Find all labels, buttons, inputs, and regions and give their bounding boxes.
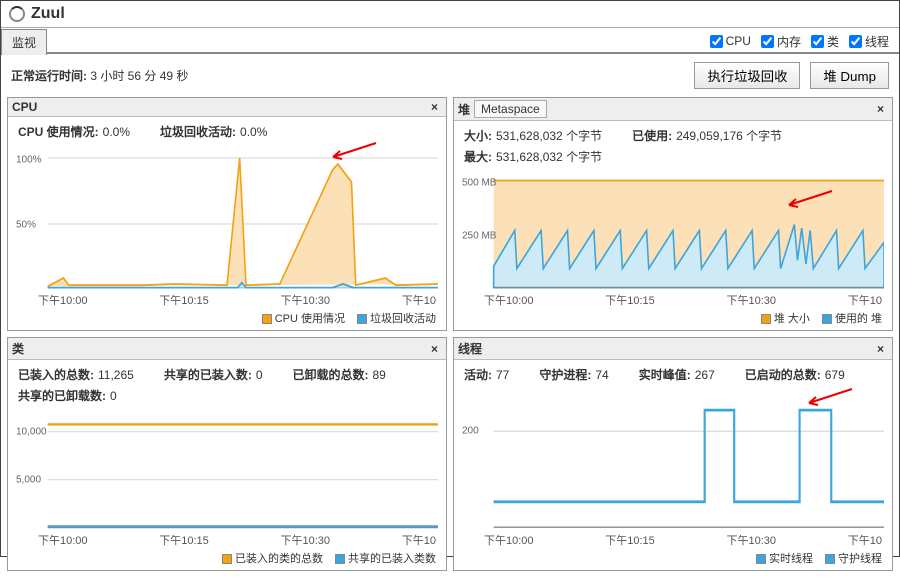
panel-heap: 堆Metaspace× 大小:531,628,032 个字节 已使用:249,0… [453, 97, 893, 331]
checkbox-cpu[interactable] [710, 35, 723, 48]
close-icon[interactable]: × [873, 342, 888, 356]
close-icon[interactable]: × [427, 342, 442, 356]
metric-toggles: CPU 内存 类 线程 [710, 33, 899, 50]
heap-subtab[interactable]: Metaspace [474, 100, 547, 118]
threads-chart: 200 [462, 389, 884, 530]
checkbox-mem[interactable] [761, 35, 774, 48]
panel-cpu: CPU× CPU 使用情况:0.0% 垃圾回收活动:0.0% 100% 50% … [7, 97, 447, 331]
toggle-classes[interactable]: 类 [811, 33, 839, 50]
toggle-mem[interactable]: 内存 [761, 33, 801, 50]
tab-monitor[interactable]: 监视 [1, 29, 47, 55]
cpu-chart: 100% 50% [16, 146, 438, 290]
heap-dump-button[interactable]: 堆 Dump [810, 62, 889, 89]
panels-grid: CPU× CPU 使用情况:0.0% 垃圾回收活动:0.0% 100% 50% … [1, 97, 899, 577]
loading-spinner-icon [9, 6, 25, 22]
panel-title: 线程 [458, 340, 482, 357]
tabbar: 监视 CPU 内存 类 线程 [1, 28, 899, 54]
checkbox-threads[interactable] [849, 35, 862, 48]
panel-title: CPU [12, 100, 37, 114]
gc-button[interactable]: 执行垃圾回收 [694, 62, 800, 89]
panel-classes: 类× 已装入的总数:11,265 共享的已装入数:0 已卸载的总数:89 共享的… [7, 337, 447, 571]
panel-title: 堆 [458, 101, 470, 118]
classes-chart: 10,000 5,000 [16, 410, 438, 530]
toggle-cpu[interactable]: CPU [710, 33, 751, 50]
heap-chart: 500 MB 250 MB [462, 171, 884, 290]
toggle-threads[interactable]: 线程 [849, 33, 889, 50]
toolbar: 正常运行时间: 3 小时 56 分 49 秒 执行垃圾回收 堆 Dump [1, 54, 899, 97]
panel-title: 类 [12, 340, 24, 357]
app-title: Zuul [31, 5, 65, 23]
titlebar: Zuul [1, 1, 899, 28]
close-icon[interactable]: × [873, 102, 888, 116]
close-icon[interactable]: × [427, 100, 442, 114]
checkbox-classes[interactable] [811, 35, 824, 48]
panel-threads: 线程× 活动:77 守护进程:74 实时峰值:267 已启动的总数:679 20… [453, 337, 893, 571]
uptime: 正常运行时间: 3 小时 56 分 49 秒 [11, 67, 684, 84]
